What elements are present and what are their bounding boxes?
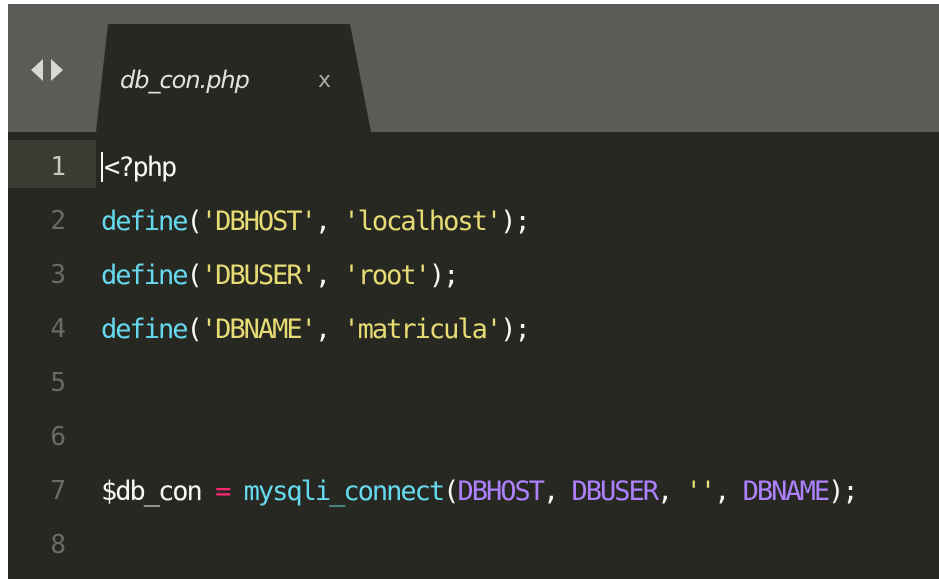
code-text: $db_con = mysqli_connect(DBHOST, DBUSER,… <box>101 464 859 518</box>
line-number: 1 <box>50 152 66 182</box>
left-right-arrows-icon[interactable] <box>28 56 68 84</box>
code-line[interactable]: 8 <box>8 518 939 572</box>
code-token: 'localhost' <box>343 205 502 237</box>
line-number: 6 <box>50 422 66 452</box>
code-token: define <box>101 313 189 345</box>
code-line[interactable]: 2 define('DBHOST', 'localhost'); <box>8 194 939 248</box>
code-token: 'DBNAME' <box>200 313 317 345</box>
code-token: <?php <box>104 151 177 183</box>
line-number: 7 <box>50 476 66 506</box>
code-token: ( <box>443 475 459 507</box>
code-token: , <box>657 475 686 507</box>
code-token: ); <box>500 313 530 345</box>
code-token: define <box>101 259 189 291</box>
text-cursor <box>101 152 103 182</box>
code-token: '' <box>685 475 716 507</box>
tab-title: db_con.php <box>120 66 250 94</box>
code-token: DBUSER <box>571 475 660 507</box>
tab-close-button[interactable]: x <box>318 68 331 93</box>
code-token: ( <box>186 205 203 237</box>
code-text: define('DBNAME', 'matricula'); <box>101 302 531 356</box>
code-token: , <box>314 205 344 237</box>
code-line[interactable]: 6 <box>8 410 939 464</box>
code-token: ); <box>500 205 530 237</box>
code-area[interactable]: 1 <?php 2 define('DBHOST', 'localhost'); 3 de… <box>8 140 939 572</box>
code-token: , <box>314 259 344 291</box>
line-number: 5 <box>50 368 66 398</box>
code-token: DBNAME <box>742 475 831 507</box>
code-token: define <box>101 205 189 237</box>
code-token: $db_con <box>101 475 203 507</box>
code-token: ); <box>428 259 459 291</box>
code-line[interactable]: 7 $db_con = mysqli_connect(DBHOST, DBUSER… <box>8 464 939 518</box>
line-number: 8 <box>50 530 66 560</box>
code-line[interactable]: 3 define('DBUSER', 'root'); <box>8 248 939 302</box>
code-token: 'root' <box>343 259 431 291</box>
code-line[interactable]: 1 <?php <box>8 140 939 194</box>
code-token: , <box>714 475 743 507</box>
code-token: , <box>542 475 572 507</box>
line-number: 3 <box>50 260 66 290</box>
tab-bar: db_con.php x <box>8 4 939 132</box>
line-number: 4 <box>50 314 66 344</box>
code-token: 'DBHOST' <box>200 205 317 237</box>
code-token: ( <box>186 259 203 291</box>
code-token: mysqli_connect <box>243 475 446 507</box>
code-token: 'DBUSER' <box>200 259 317 291</box>
code-token: ( <box>186 313 203 345</box>
tab-db-con[interactable]: db_con.php x <box>96 24 371 132</box>
line-number: 2 <box>50 206 66 236</box>
code-token: = <box>215 475 231 507</box>
code-line[interactable]: 4 define('DBNAME', 'matricula'); <box>8 302 939 356</box>
code-text: define('DBHOST', 'localhost'); <box>101 194 531 248</box>
code-text: <?php <box>101 140 177 194</box>
code-token: , <box>314 313 344 345</box>
code-token: DBHOST <box>457 475 545 507</box>
editor-window: db_con.php x 1 <?php 2 define('DBHOST', 'lo… <box>8 4 939 579</box>
code-line[interactable]: 5 <box>8 356 939 410</box>
nav-arrows-svg <box>31 59 63 81</box>
code-text: define('DBUSER', 'root'); <box>101 248 459 302</box>
code-token: 'matricula' <box>343 313 502 345</box>
code-token: ); <box>828 475 858 507</box>
